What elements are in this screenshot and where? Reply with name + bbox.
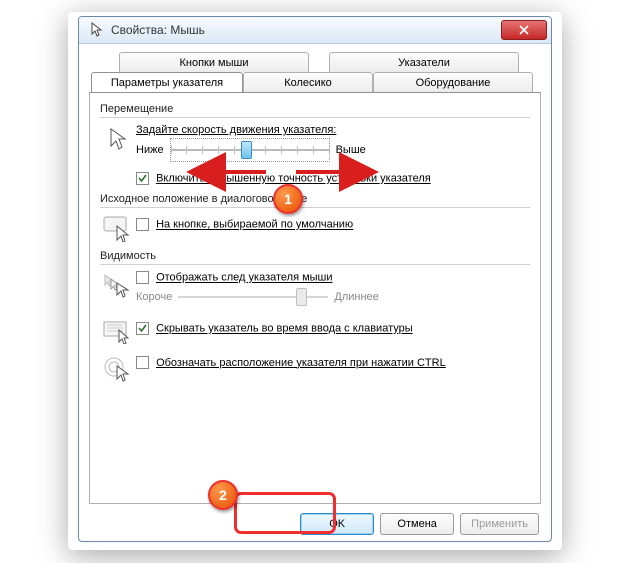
trails-length-slider	[178, 286, 328, 308]
speed-low-label: Ниже	[136, 144, 164, 156]
pointer-speed-icon	[100, 124, 136, 152]
mouse-properties-window: Свойства: Мышь Кнопки мыши Указатели Пар…	[78, 16, 552, 542]
window-title: Свойства: Мышь	[111, 23, 205, 37]
trails-shorter-label: Короче	[136, 291, 172, 303]
tab-hardware[interactable]: Оборудование	[373, 72, 533, 92]
trails-icon	[100, 271, 136, 299]
apply-button: Применить	[460, 513, 539, 535]
close-button[interactable]	[501, 20, 547, 40]
tab-strip: Кнопки мыши Указатели Параметры указател…	[89, 52, 541, 92]
ok-button[interactable]: OK	[300, 513, 374, 535]
trails-length-thumb	[296, 288, 307, 306]
pointer-speed-thumb[interactable]	[241, 141, 252, 159]
enhance-precision-checkbox[interactable]	[136, 172, 149, 185]
titlebar[interactable]: Свойства: Мышь	[79, 17, 551, 44]
group-snapto-title: Исходное положение в диалоговом окне	[100, 193, 530, 205]
mouse-icon	[89, 22, 105, 38]
trails-label[interactable]: Отображать след указателя мыши	[156, 272, 332, 284]
ctrl-locate-checkbox[interactable]	[136, 356, 149, 369]
tab-buttons[interactable]: Кнопки мыши	[119, 52, 309, 72]
enhance-precision-label[interactable]: Включить повышенную точность установки у…	[156, 173, 431, 185]
group-visibility-title: Видимость	[100, 250, 530, 262]
trails-checkbox[interactable]	[136, 271, 149, 284]
speed-high-label: Выше	[336, 144, 366, 156]
hide-typing-icon	[100, 318, 136, 344]
speed-label: Задайте скорость движения указателя:	[136, 124, 336, 136]
hide-typing-checkbox[interactable]	[136, 322, 149, 335]
snapto-label[interactable]: На кнопке, выбираемой по умолчанию	[156, 219, 353, 231]
tab-wheel[interactable]: Колесико	[243, 72, 373, 92]
group-motion-title: Перемещение	[100, 103, 530, 115]
ctrl-locate-icon	[100, 354, 136, 382]
pointer-speed-slider[interactable]	[170, 138, 330, 162]
trails-longer-label: Длиннее	[334, 291, 378, 303]
tab-pointer-options[interactable]: Параметры указателя	[91, 72, 243, 92]
tab-panel-pointer-options: Перемещение Задайте скорость движения ук…	[89, 92, 541, 504]
annotation-badge-2: 2	[208, 480, 238, 510]
ctrl-locate-label[interactable]: Обозначать расположение указателя при на…	[156, 357, 446, 369]
tab-pointers[interactable]: Указатели	[329, 52, 519, 72]
snapto-icon	[100, 214, 136, 242]
dialog-button-row: OK Отмена Применить	[79, 513, 551, 535]
annotation-badge-1: 1	[273, 184, 303, 214]
hide-typing-label[interactable]: Скрывать указатель во время ввода с клав…	[156, 323, 413, 335]
cancel-button[interactable]: Отмена	[380, 513, 454, 535]
snapto-checkbox[interactable]	[136, 218, 149, 231]
